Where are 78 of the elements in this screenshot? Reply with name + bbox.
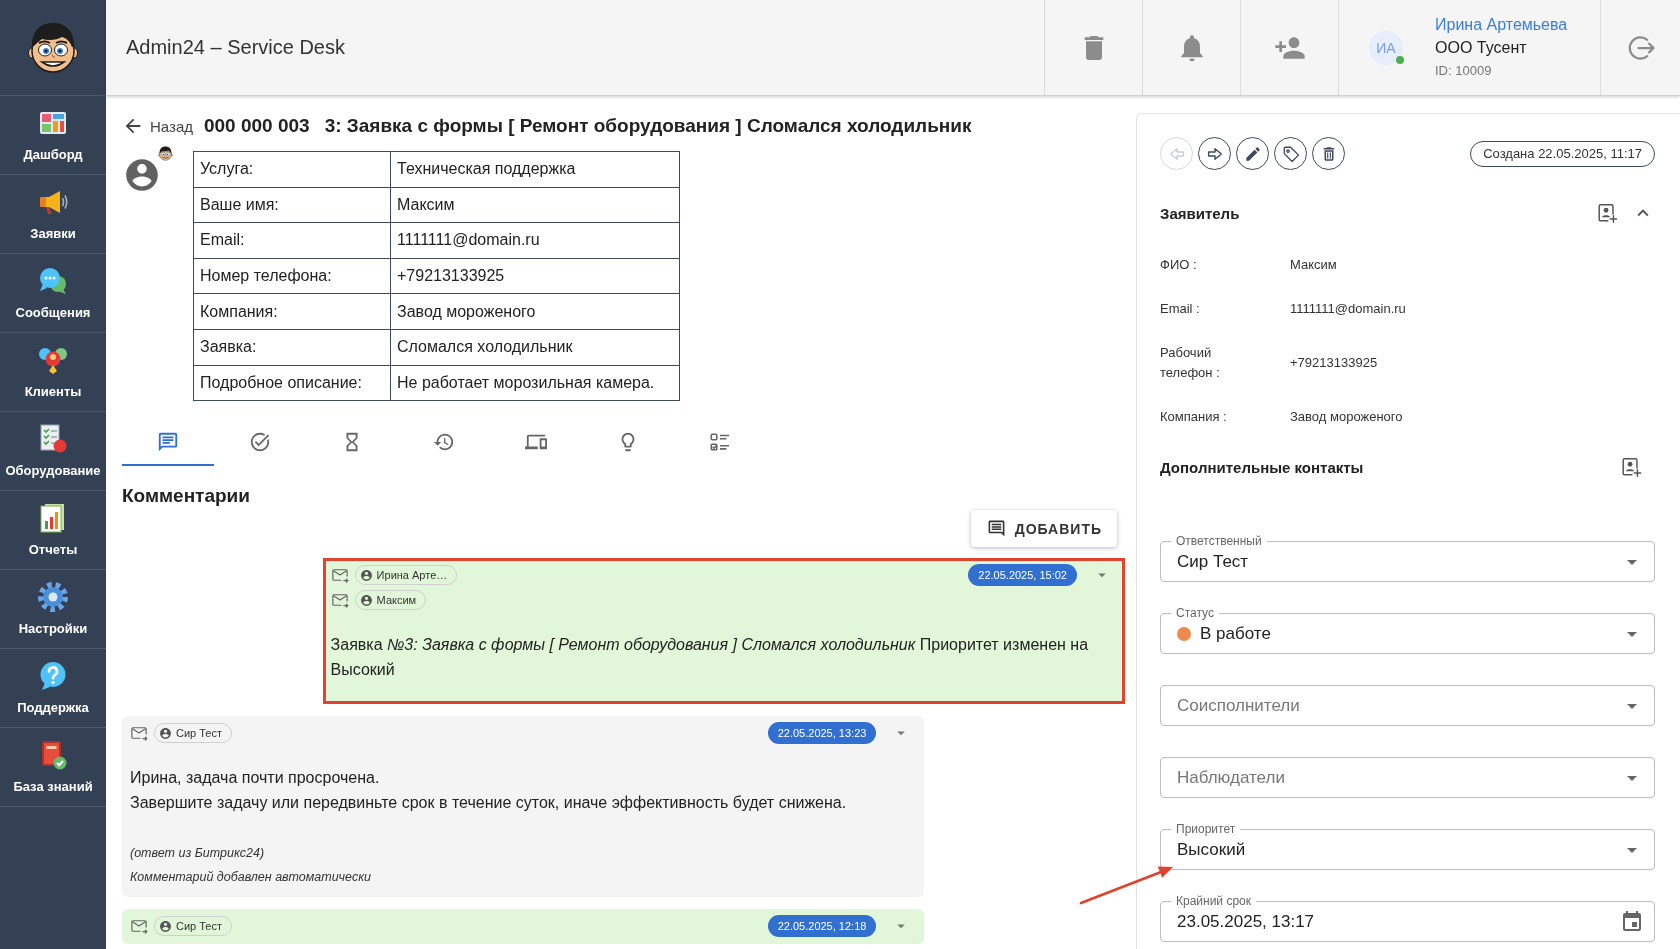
- date-badge: 22.05.2025, 15:02: [968, 564, 1077, 587]
- user-id: ID: 10009: [1435, 62, 1493, 80]
- field-label: Компания :: [1160, 408, 1228, 426]
- table-cell: Компания:: [193, 293, 391, 330]
- sidebar-item[interactable]: Отчеты: [0, 491, 106, 570]
- table-cell: Номер телефона:: [193, 258, 391, 294]
- table-cell: Максим: [390, 187, 680, 223]
- app-title: Admin24 – Service Desk: [126, 36, 345, 59]
- comment-text: Завершите задачу или передвиньте срок в течение суток, иначе эффективность будет снижена.: [130, 793, 848, 814]
- add-contact-icon[interactable]: [1620, 456, 1642, 478]
- field-label: Email :: [1160, 300, 1201, 318]
- recipient-name: Сир Тест: [176, 920, 223, 933]
- recipient-name: Ирина Арте…: [376, 569, 448, 582]
- back-link[interactable]: Назад: [122, 115, 193, 137]
- comment-note: (ответ из Битрикс24): [130, 845, 266, 863]
- gear-icon: [37, 581, 69, 613]
- tag-icon: [1281, 144, 1300, 163]
- mail-icon: [130, 917, 148, 936]
- field-value: 1111111@domain.ru: [1290, 300, 1407, 318]
- table-cell: Завод мороженого: [390, 293, 680, 330]
- field-value: Максим: [1290, 256, 1338, 274]
- cartoon-face-icon: [157, 145, 174, 162]
- company-name: ООО Тусент: [1435, 38, 1528, 58]
- checklist-icon: [37, 423, 69, 455]
- mail-icon: [330, 591, 349, 610]
- sidebar-item[interactable]: Оборудование: [0, 412, 106, 491]
- section-heading: Комментарии: [122, 485, 251, 508]
- table-cell: Заявка:: [193, 329, 391, 366]
- select-field[interactable]: Наблюдатели: [1160, 757, 1655, 798]
- recipient-name: Максим: [376, 594, 417, 607]
- select-field[interactable]: Соисполнители: [1160, 685, 1655, 726]
- date-badge: 22.05.2025, 13:23: [767, 722, 877, 745]
- table-cell: Email:: [193, 222, 391, 259]
- section-title: Заявитель: [1160, 204, 1240, 222]
- sidebar-item[interactable]: Заявки: [0, 175, 106, 254]
- field-value: Завод мороженого: [1290, 408, 1404, 426]
- add-comment-button[interactable]: ДОБАВИТЬ: [970, 510, 1117, 548]
- person-icon: [159, 726, 172, 740]
- comment-text: Заявка №3: Заявка с формы [ Ремонт оборудования ] Сломался холодильник Приоритет изменен на Высокий: [330, 635, 1090, 681]
- sidebar-item[interactable]: Сообщения: [0, 254, 106, 333]
- ticket-title: 3: Заявка с формы [ Ремонт оборудования ] Сломался холодильник: [324, 115, 972, 137]
- user-name[interactable]: Ирина Артемьева: [1435, 13, 1568, 36]
- comment-note: Комментарий добавлен автоматически: [130, 869, 372, 887]
- table-cell: Подробное описание:: [193, 365, 391, 401]
- date-badge: 22.05.2025, 12:18: [767, 915, 877, 938]
- section-title: Дополнительные контакты: [1160, 458, 1364, 476]
- field-label: ФИО :: [1160, 256, 1198, 274]
- calendar-icon[interactable]: [1620, 909, 1644, 934]
- person-icon: [159, 919, 172, 933]
- select-input[interactable]: Наблюдатели: [1177, 767, 1620, 788]
- checklist-icon: [709, 430, 731, 453]
- sidebar-item[interactable]: Дашборд: [0, 96, 106, 175]
- chat-icon: [157, 430, 179, 453]
- field-label: Рабочий телефон :: [1160, 344, 1221, 382]
- field-value: +79213133925: [1290, 354, 1379, 372]
- table-cell: Техническая поддержка: [390, 151, 680, 188]
- pencil-icon: [1243, 144, 1262, 163]
- sidebar-item[interactable]: Клиенты: [0, 333, 106, 412]
- chat-bubbles-icon: [37, 265, 69, 297]
- mail-icon: [130, 724, 148, 743]
- recipient-name: Сир Тест: [176, 727, 223, 740]
- comment-text: Ирина, задача почти просрочена.: [130, 768, 381, 789]
- add-contact-icon[interactable]: [1596, 202, 1618, 224]
- mail-icon: [330, 566, 349, 585]
- select-input[interactable]: Соисполнители: [1177, 695, 1620, 716]
- table-cell: Не работает морозильная камера.: [390, 365, 680, 401]
- table-cell: Услуга:: [193, 151, 391, 188]
- person-avatar-icon: [123, 156, 161, 194]
- table-cell: 1111111@domain.ru: [390, 222, 680, 259]
- person-icon: [359, 568, 373, 582]
- ticket-number: 000 000 003: [204, 115, 310, 137]
- table-cell: +79213133925: [390, 258, 680, 294]
- sidebar-item[interactable]: Настройки: [0, 570, 106, 649]
- sidebar-item[interactable]: Поддержка: [0, 649, 106, 728]
- table-cell: Сломался холодильник: [390, 329, 680, 366]
- table-cell: Ваше имя:: [193, 187, 391, 223]
- person-icon: [359, 593, 373, 607]
- sidebar-item[interactable]: База знаний: [0, 728, 106, 807]
